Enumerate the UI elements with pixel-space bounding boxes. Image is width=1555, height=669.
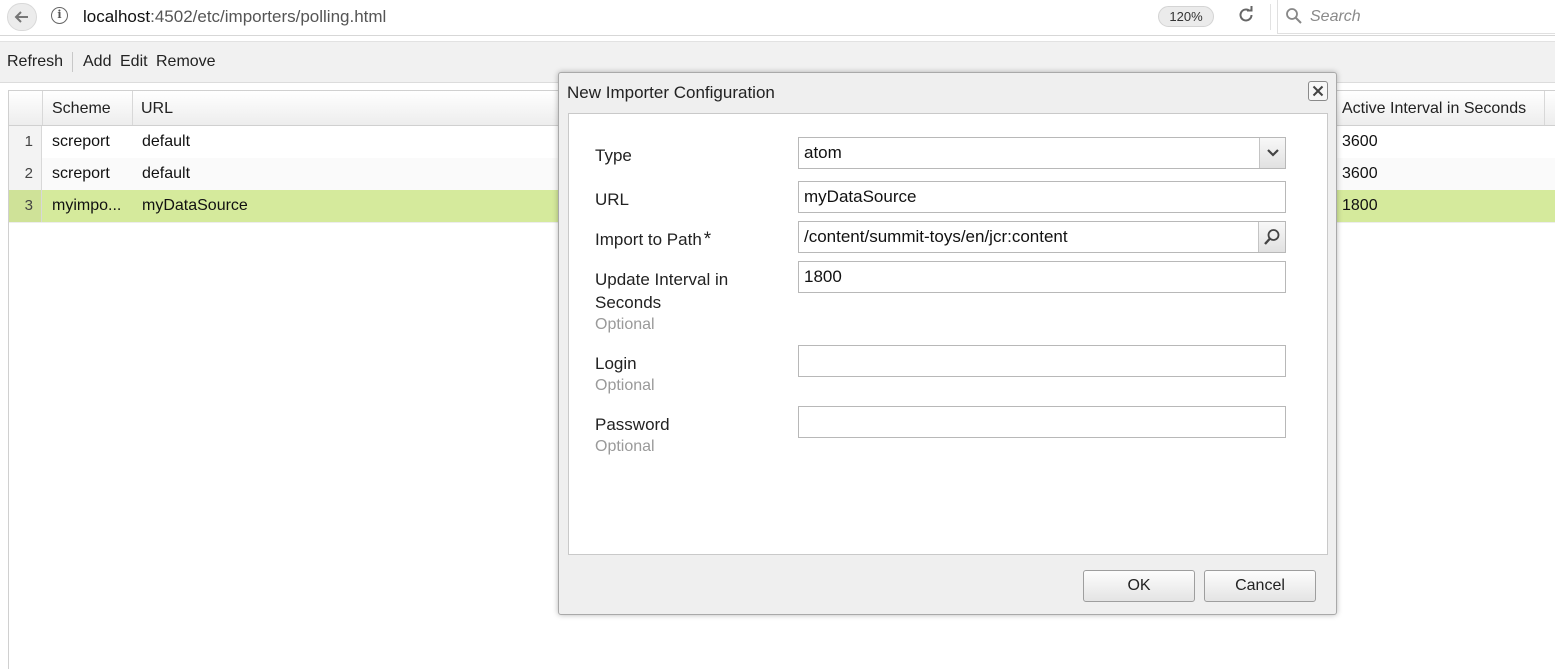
update-interval-value: 1800	[804, 267, 842, 286]
import-path-value: /content/summit-toys/en/jcr:content	[804, 227, 1068, 246]
type-dropdown-trigger[interactable]	[1259, 138, 1285, 168]
cell-interval: 3600	[1342, 133, 1378, 150]
chrome-divider	[1270, 4, 1271, 30]
password-input[interactable]	[798, 406, 1286, 438]
reload-icon	[1239, 6, 1253, 22]
login-input[interactable]	[798, 345, 1286, 377]
header-divider	[42, 91, 43, 125]
add-button[interactable]: Add	[83, 53, 111, 71]
reload-button[interactable]	[1236, 5, 1258, 27]
update-interval-optional-hint: Optional	[595, 316, 655, 333]
chevron-down-icon	[1266, 149, 1279, 157]
update-interval-label-line2: Seconds	[595, 293, 662, 312]
remove-button[interactable]: Remove	[156, 53, 216, 71]
cell-interval: 1800	[1342, 197, 1378, 214]
cell-url: default	[142, 133, 191, 150]
url-host: localhost	[83, 7, 151, 26]
type-selected-value: atom	[804, 143, 842, 162]
cell-scheme: screport	[52, 133, 110, 150]
row-number: 1	[9, 126, 42, 158]
search-placeholder: Search	[1310, 8, 1361, 25]
login-optional-hint: Optional	[595, 377, 655, 394]
type-select[interactable]: atom	[798, 137, 1286, 169]
dialog-form: Type atom URL myDataSource Import to Pat…	[568, 113, 1328, 555]
browser-bar: i localhost:4502/etc/importers/polling.h…	[0, 0, 1555, 36]
update-interval-label-line1: Update Interval in	[595, 270, 729, 289]
new-importer-dialog: New Importer Configuration Type atom URL…	[558, 72, 1337, 615]
update-interval-input[interactable]: 1800	[798, 261, 1286, 293]
login-label: Login	[595, 354, 637, 373]
import-path-label-text: Import to Path	[595, 230, 702, 249]
password-optional-hint: Optional	[595, 438, 655, 455]
url-label: URL	[595, 190, 630, 209]
cell-url: default	[142, 165, 191, 182]
row-number: 3	[9, 190, 42, 222]
refresh-button[interactable]: Refresh	[7, 53, 63, 71]
row-number: 2	[9, 158, 42, 190]
column-header-active-interval[interactable]: Active Interval in Seconds	[1342, 100, 1526, 118]
cell-url: myDataSource	[142, 197, 248, 214]
url-input[interactable]: myDataSource	[798, 181, 1286, 213]
address-bar[interactable]: localhost:4502/etc/importers/polling.htm…	[83, 7, 386, 27]
dialog-close-button[interactable]	[1308, 81, 1328, 101]
edit-button[interactable]: Edit	[120, 53, 148, 71]
column-header-scheme[interactable]: Scheme	[52, 100, 111, 118]
back-button[interactable]	[7, 3, 37, 31]
cell-scheme: screport	[52, 165, 110, 182]
header-divider	[1544, 91, 1545, 125]
password-label: Password	[595, 415, 670, 434]
cell-interval: 3600	[1342, 165, 1378, 182]
browser-search-box[interactable]: Search	[1277, 0, 1555, 34]
path-browse-button[interactable]	[1258, 222, 1285, 252]
ok-button[interactable]: OK	[1083, 570, 1195, 602]
import-path-input[interactable]: /content/summit-toys/en/jcr:content	[798, 221, 1286, 253]
type-label: Type	[595, 146, 632, 165]
close-icon	[1312, 85, 1324, 97]
zoom-level-badge[interactable]: 120%	[1158, 6, 1214, 27]
cell-scheme: myimpo...	[52, 197, 122, 214]
info-icon[interactable]: i	[51, 7, 68, 24]
dialog-title[interactable]: New Importer Configuration	[567, 83, 775, 103]
url-path: :4502/etc/importers/polling.html	[150, 7, 387, 26]
column-header-url[interactable]: URL	[141, 100, 173, 118]
toolbar-divider	[72, 52, 73, 72]
update-interval-label: Update Interval in Seconds	[595, 268, 728, 314]
header-divider	[132, 91, 133, 125]
search-icon	[1286, 8, 1302, 24]
import-path-label: Import to Path *	[595, 228, 711, 251]
required-marker: *	[703, 229, 712, 250]
url-input-value: myDataSource	[804, 187, 917, 206]
back-arrow-icon	[14, 11, 28, 23]
magnifier-icon	[1264, 229, 1280, 245]
cancel-button[interactable]: Cancel	[1204, 570, 1316, 602]
